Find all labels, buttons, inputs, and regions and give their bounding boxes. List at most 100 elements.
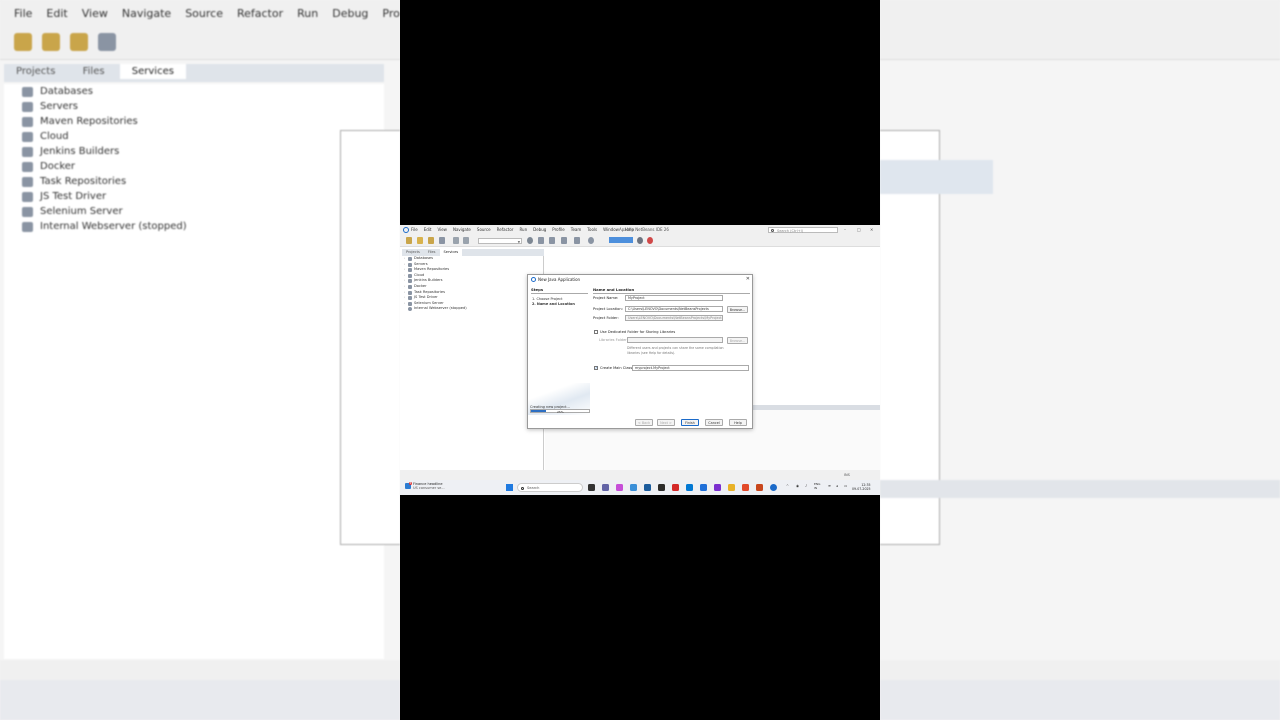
create-main-class-checkbox[interactable] bbox=[594, 366, 598, 370]
bg-tree-item: Databases bbox=[4, 84, 384, 99]
clean-build-icon[interactable] bbox=[549, 237, 555, 244]
menu-team[interactable]: Team bbox=[571, 227, 582, 232]
settings-icon[interactable] bbox=[527, 237, 533, 244]
bg-output-header bbox=[880, 480, 1280, 498]
copilot-icon[interactable] bbox=[616, 484, 623, 491]
bg-menu-right bbox=[880, 0, 1280, 26]
debug-icon[interactable] bbox=[574, 237, 580, 244]
menu-tools[interactable]: Tools bbox=[587, 227, 597, 232]
maximize-button[interactable]: □ bbox=[857, 227, 861, 232]
finish-button[interactable]: Finish bbox=[681, 419, 699, 426]
tree-label: Docker bbox=[414, 283, 427, 288]
menu-view[interactable]: View bbox=[437, 227, 447, 232]
bg-tree-item: Docker bbox=[4, 159, 384, 174]
tab-services[interactable]: Services bbox=[439, 249, 463, 256]
mail-icon[interactable] bbox=[686, 484, 693, 491]
hammer-icon[interactable] bbox=[538, 237, 544, 244]
panel-tabs: Projects Files Services bbox=[402, 249, 544, 256]
search-icon bbox=[771, 229, 774, 232]
language-indicator[interactable]: ENG IN bbox=[814, 482, 820, 490]
tab-projects[interactable]: Projects bbox=[402, 249, 424, 256]
clock[interactable]: 12:35 09-07-2025 bbox=[852, 483, 871, 492]
stop-icon[interactable] bbox=[647, 237, 653, 244]
configuration-select[interactable]: ▼ bbox=[478, 238, 522, 244]
dialog-title-bar: New Java Application ✕ bbox=[528, 275, 754, 284]
main-class-input[interactable]: myproject.MyProject bbox=[632, 365, 749, 371]
chrome-icon[interactable] bbox=[728, 484, 735, 491]
run-icon[interactable] bbox=[561, 237, 567, 244]
tree-item[interactable]: Internal Webserver (stopped) bbox=[402, 306, 543, 312]
tree-label: Maven Repositories bbox=[414, 267, 450, 272]
bg-tree-item: Selenium Server bbox=[4, 204, 384, 219]
globe-icon bbox=[408, 307, 412, 312]
redo-icon[interactable] bbox=[463, 237, 469, 244]
bg-new-project-icon bbox=[42, 33, 60, 51]
new-file-icon[interactable] bbox=[406, 237, 412, 244]
bg-toolbar bbox=[0, 26, 400, 60]
bg-menu-view: View bbox=[81, 6, 108, 20]
minimize-button[interactable]: – bbox=[844, 227, 846, 232]
gc-icon[interactable] bbox=[637, 237, 643, 244]
netbeans-taskbar-icon[interactable] bbox=[770, 484, 777, 491]
microphone-icon[interactable]: ♪ bbox=[805, 484, 807, 488]
profile-icon[interactable] bbox=[588, 237, 594, 244]
search-input[interactable]: Search (Ctrl+I) bbox=[768, 227, 838, 233]
bg-taskbar bbox=[0, 680, 400, 720]
wifi-icon[interactable]: ≋ bbox=[828, 484, 831, 488]
tab-files[interactable]: Files bbox=[424, 249, 440, 256]
tree-label: Internal Webserver (stopped) bbox=[414, 306, 467, 311]
bg-menu-file: File bbox=[14, 6, 33, 20]
menu-window[interactable]: Window bbox=[603, 227, 619, 232]
dedicated-folder-checkbox[interactable] bbox=[594, 330, 598, 334]
menu-refactor[interactable]: Refactor bbox=[497, 227, 514, 232]
dropbox-icon[interactable] bbox=[700, 484, 707, 491]
help-button[interactable]: Help bbox=[729, 419, 747, 426]
save-all-icon[interactable] bbox=[439, 237, 445, 244]
powerpoint-icon[interactable] bbox=[756, 484, 763, 491]
windows-start-icon[interactable] bbox=[506, 484, 513, 491]
background-zoom-left: File Edit View Navigate Source Refactor … bbox=[0, 0, 400, 720]
antivirus-icon[interactable] bbox=[742, 484, 749, 491]
menu-file[interactable]: File bbox=[411, 227, 418, 232]
project-location-input[interactable]: C:\Users\LENOVO\Documents\NetBeansProjec… bbox=[625, 306, 723, 312]
edge-icon[interactable] bbox=[630, 484, 637, 491]
cancel-button[interactable]: Cancel bbox=[705, 419, 723, 426]
back-button[interactable]: < Back bbox=[635, 419, 653, 426]
title-bar: File Edit View Navigate Source Refactor … bbox=[400, 225, 880, 235]
menu-source[interactable]: Source bbox=[477, 227, 491, 232]
bg-save-all-icon bbox=[98, 33, 116, 51]
bg-open-project-icon bbox=[70, 33, 88, 51]
store-icon[interactable] bbox=[644, 484, 651, 491]
bg-menu-refactor: Refactor bbox=[236, 6, 284, 20]
selenium-icon bbox=[408, 301, 412, 306]
undo-icon[interactable] bbox=[453, 237, 459, 244]
taskbar-search-label: Search bbox=[527, 486, 540, 490]
project-name-input[interactable]: MyProject bbox=[625, 295, 723, 301]
dedicated-folder-label: Use Dedicated Folder for Storing Librari… bbox=[600, 330, 676, 334]
mcafee-icon[interactable] bbox=[672, 484, 679, 491]
chevron-up-icon[interactable]: ^ bbox=[786, 484, 789, 488]
task-view-icon[interactable] bbox=[588, 484, 595, 491]
menu-navigate[interactable]: Navigate bbox=[453, 227, 471, 232]
menu-run[interactable]: Run bbox=[519, 227, 527, 232]
volume-icon[interactable]: ◂ bbox=[836, 484, 838, 488]
terminal-icon[interactable] bbox=[658, 484, 665, 491]
next-button[interactable]: Next > bbox=[657, 419, 675, 426]
close-window-button[interactable]: ✕ bbox=[870, 227, 873, 232]
teams-icon[interactable] bbox=[602, 484, 609, 491]
new-project-icon[interactable] bbox=[417, 237, 423, 244]
taskbar-search[interactable]: Search bbox=[517, 483, 583, 492]
netbeans-logo-icon bbox=[531, 277, 536, 282]
menu-debug[interactable]: Debug bbox=[533, 227, 546, 232]
news-widget[interactable]: 4 Finance headline US consumer se... bbox=[405, 482, 445, 490]
open-project-icon[interactable] bbox=[428, 237, 434, 244]
onenote-icon[interactable] bbox=[714, 484, 721, 491]
network-icon[interactable]: ◉ bbox=[796, 484, 799, 488]
lang-region: IN bbox=[814, 486, 818, 490]
bg-menu-navigate: Navigate bbox=[121, 6, 172, 20]
menu-profile[interactable]: Profile bbox=[552, 227, 564, 232]
menu-edit[interactable]: Edit bbox=[424, 227, 432, 232]
close-icon[interactable]: ✕ bbox=[746, 275, 750, 284]
browse-location-button[interactable]: Browse... bbox=[727, 305, 748, 313]
battery-icon[interactable]: ▭ bbox=[844, 484, 847, 488]
